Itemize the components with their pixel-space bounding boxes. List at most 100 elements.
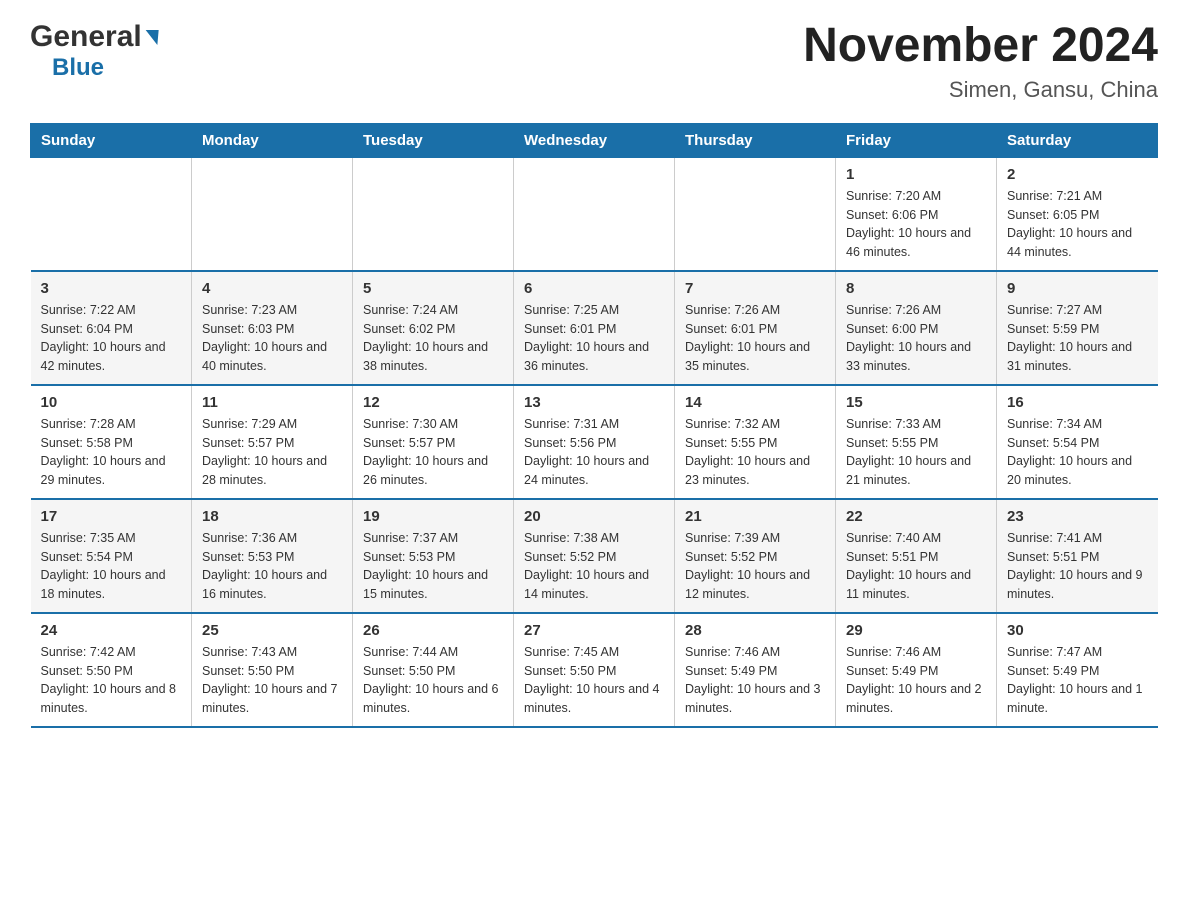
calendar-cell [675, 157, 836, 271]
calendar-cell: 22 Sunrise: 7:40 AM Sunset: 5:51 PM Dayli… [836, 499, 997, 613]
day-info: Sunrise: 7:27 AM Sunset: 5:59 PM Dayligh… [1007, 301, 1148, 376]
day-info: Sunrise: 7:26 AM Sunset: 6:00 PM Dayligh… [846, 301, 986, 376]
day-info: Sunrise: 7:23 AM Sunset: 6:03 PM Dayligh… [202, 301, 342, 376]
day-info: Sunrise: 7:43 AM Sunset: 5:50 PM Dayligh… [202, 643, 342, 718]
day-number: 12 [363, 394, 503, 411]
day-number: 14 [685, 394, 825, 411]
day-info: Sunrise: 7:40 AM Sunset: 5:51 PM Dayligh… [846, 529, 986, 604]
day-info: Sunrise: 7:39 AM Sunset: 5:52 PM Dayligh… [685, 529, 825, 604]
weekday-header-monday: Monday [192, 123, 353, 157]
day-number: 22 [846, 508, 986, 525]
calendar-cell [31, 157, 192, 271]
day-info: Sunrise: 7:46 AM Sunset: 5:49 PM Dayligh… [685, 643, 825, 718]
day-number: 25 [202, 622, 342, 639]
day-info: Sunrise: 7:47 AM Sunset: 5:49 PM Dayligh… [1007, 643, 1148, 718]
day-info: Sunrise: 7:45 AM Sunset: 5:50 PM Dayligh… [524, 643, 664, 718]
calendar-cell: 10 Sunrise: 7:28 AM Sunset: 5:58 PM Dayli… [31, 385, 192, 499]
calendar-cell: 7Sunrise: 7:26 AM Sunset: 6:01 PM Daylig… [675, 271, 836, 385]
calendar-cell: 17Sunrise: 7:35 AM Sunset: 5:54 PM Dayli… [31, 499, 192, 613]
day-info: Sunrise: 7:37 AM Sunset: 5:53 PM Dayligh… [363, 529, 503, 604]
calendar-cell: 16 Sunrise: 7:34 AM Sunset: 5:54 PM Dayli… [997, 385, 1158, 499]
day-number: 30 [1007, 622, 1148, 639]
page-header: General Blue November 2024 Simen, Gansu,… [30, 20, 1158, 103]
calendar-cell: 9 Sunrise: 7:27 AM Sunset: 5:59 PM Daylig… [997, 271, 1158, 385]
calendar-cell: 25 Sunrise: 7:43 AM Sunset: 5:50 PM Dayli… [192, 613, 353, 727]
day-info: Sunrise: 7:30 AM Sunset: 5:57 PM Dayligh… [363, 415, 503, 490]
day-info: Sunrise: 7:25 AM Sunset: 6:01 PM Dayligh… [524, 301, 664, 376]
day-number: 18 [202, 508, 342, 525]
weekday-header-friday: Friday [836, 123, 997, 157]
calendar-table: SundayMondayTuesdayWednesdayThursdayFrid… [30, 123, 1158, 728]
day-info: Sunrise: 7:33 AM Sunset: 5:55 PM Dayligh… [846, 415, 986, 490]
calendar-subtitle: Simen, Gansu, China [803, 77, 1158, 103]
day-number: 19 [363, 508, 503, 525]
day-info: Sunrise: 7:41 AM Sunset: 5:51 PM Dayligh… [1007, 529, 1148, 604]
logo-triangle-icon [144, 30, 158, 45]
weekday-header-saturday: Saturday [997, 123, 1158, 157]
week-row-3: 10 Sunrise: 7:28 AM Sunset: 5:58 PM Dayli… [31, 385, 1158, 499]
calendar-cell: 3Sunrise: 7:22 AM Sunset: 6:04 PM Daylig… [31, 271, 192, 385]
calendar-cell: 2 Sunrise: 7:21 AM Sunset: 6:05 PM Daylig… [997, 157, 1158, 271]
calendar-cell [192, 157, 353, 271]
day-number: 10 [41, 394, 182, 411]
title-block: November 2024 Simen, Gansu, China [803, 20, 1158, 103]
calendar-cell: 15 Sunrise: 7:33 AM Sunset: 5:55 PM Dayli… [836, 385, 997, 499]
day-info: Sunrise: 7:29 AM Sunset: 5:57 PM Dayligh… [202, 415, 342, 490]
logo-general: General [30, 20, 142, 54]
day-number: 21 [685, 508, 825, 525]
day-info: Sunrise: 7:26 AM Sunset: 6:01 PM Dayligh… [685, 301, 825, 376]
day-info: Sunrise: 7:38 AM Sunset: 5:52 PM Dayligh… [524, 529, 664, 604]
day-info: Sunrise: 7:35 AM Sunset: 5:54 PM Dayligh… [41, 529, 182, 604]
calendar-cell: 24Sunrise: 7:42 AM Sunset: 5:50 PM Dayli… [31, 613, 192, 727]
calendar-cell: 19 Sunrise: 7:37 AM Sunset: 5:53 PM Dayli… [353, 499, 514, 613]
calendar-cell: 27 Sunrise: 7:45 AM Sunset: 5:50 PM Dayli… [514, 613, 675, 727]
week-row-2: 3Sunrise: 7:22 AM Sunset: 6:04 PM Daylig… [31, 271, 1158, 385]
day-number: 2 [1007, 166, 1148, 183]
calendar-cell: 29 Sunrise: 7:46 AM Sunset: 5:49 PM Dayli… [836, 613, 997, 727]
day-number: 13 [524, 394, 664, 411]
calendar-cell: 21 Sunrise: 7:39 AM Sunset: 5:52 PM Dayli… [675, 499, 836, 613]
calendar-cell: 26 Sunrise: 7:44 AM Sunset: 5:50 PM Dayli… [353, 613, 514, 727]
weekday-header-row: SundayMondayTuesdayWednesdayThursdayFrid… [31, 123, 1158, 157]
day-info: Sunrise: 7:34 AM Sunset: 5:54 PM Dayligh… [1007, 415, 1148, 490]
day-number: 26 [363, 622, 503, 639]
day-info: Sunrise: 7:24 AM Sunset: 6:02 PM Dayligh… [363, 301, 503, 376]
weekday-header-sunday: Sunday [31, 123, 192, 157]
day-info: Sunrise: 7:22 AM Sunset: 6:04 PM Dayligh… [41, 301, 182, 376]
day-info: Sunrise: 7:31 AM Sunset: 5:56 PM Dayligh… [524, 415, 664, 490]
day-number: 15 [846, 394, 986, 411]
day-info: Sunrise: 7:28 AM Sunset: 5:58 PM Dayligh… [41, 415, 182, 490]
day-info: Sunrise: 7:46 AM Sunset: 5:49 PM Dayligh… [846, 643, 986, 718]
weekday-header-tuesday: Tuesday [353, 123, 514, 157]
calendar-cell: 14 Sunrise: 7:32 AM Sunset: 5:55 PM Dayli… [675, 385, 836, 499]
calendar-cell: 6 Sunrise: 7:25 AM Sunset: 6:01 PM Daylig… [514, 271, 675, 385]
calendar-cell: 8Sunrise: 7:26 AM Sunset: 6:00 PM Daylig… [836, 271, 997, 385]
day-number: 16 [1007, 394, 1148, 411]
day-number: 29 [846, 622, 986, 639]
day-number: 28 [685, 622, 825, 639]
day-info: Sunrise: 7:36 AM Sunset: 5:53 PM Dayligh… [202, 529, 342, 604]
calendar-body: 1Sunrise: 7:20 AM Sunset: 6:06 PM Daylig… [31, 157, 1158, 727]
day-info: Sunrise: 7:21 AM Sunset: 6:05 PM Dayligh… [1007, 187, 1148, 262]
day-number: 23 [1007, 508, 1148, 525]
week-row-5: 24Sunrise: 7:42 AM Sunset: 5:50 PM Dayli… [31, 613, 1158, 727]
week-row-1: 1Sunrise: 7:20 AM Sunset: 6:06 PM Daylig… [31, 157, 1158, 271]
day-number: 27 [524, 622, 664, 639]
calendar-cell: 20 Sunrise: 7:38 AM Sunset: 5:52 PM Dayli… [514, 499, 675, 613]
calendar-header: SundayMondayTuesdayWednesdayThursdayFrid… [31, 123, 1158, 157]
calendar-cell [514, 157, 675, 271]
logo: General Blue [30, 20, 158, 82]
calendar-cell: 18 Sunrise: 7:36 AM Sunset: 5:53 PM Dayli… [192, 499, 353, 613]
day-number: 4 [202, 280, 342, 297]
week-row-4: 17Sunrise: 7:35 AM Sunset: 5:54 PM Dayli… [31, 499, 1158, 613]
calendar-cell: 12 Sunrise: 7:30 AM Sunset: 5:57 PM Dayli… [353, 385, 514, 499]
day-number: 6 [524, 280, 664, 297]
day-info: Sunrise: 7:44 AM Sunset: 5:50 PM Dayligh… [363, 643, 503, 718]
day-number: 20 [524, 508, 664, 525]
day-number: 5 [363, 280, 503, 297]
calendar-cell: 30 Sunrise: 7:47 AM Sunset: 5:49 PM Dayli… [997, 613, 1158, 727]
day-info: Sunrise: 7:42 AM Sunset: 5:50 PM Dayligh… [41, 643, 182, 718]
day-info: Sunrise: 7:32 AM Sunset: 5:55 PM Dayligh… [685, 415, 825, 490]
day-info: Sunrise: 7:20 AM Sunset: 6:06 PM Dayligh… [846, 187, 986, 262]
day-number: 9 [1007, 280, 1148, 297]
